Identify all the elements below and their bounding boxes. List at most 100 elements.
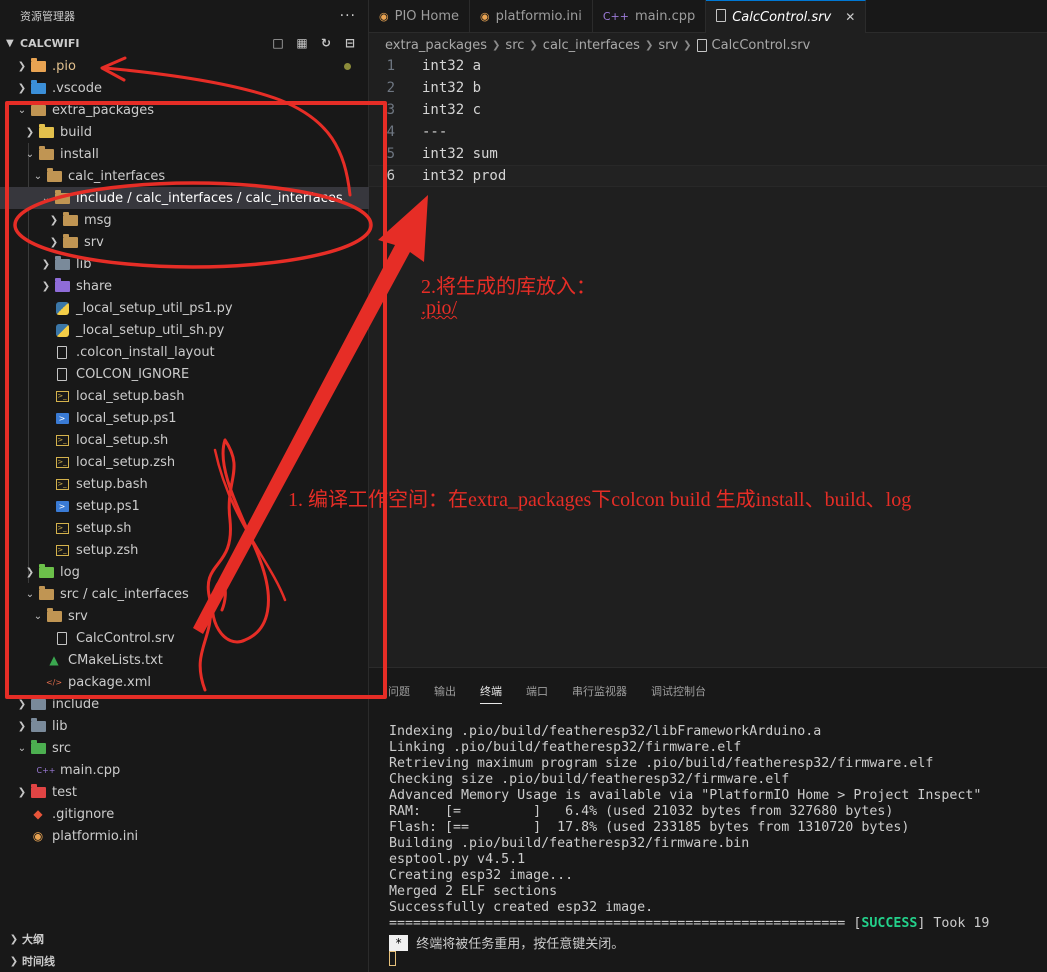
file-icon: [696, 38, 707, 52]
refresh-icon[interactable]: ↻: [318, 35, 334, 51]
tree-item[interactable]: _local_setup_util_ps1.py: [0, 297, 369, 319]
code-line[interactable]: 5 int32 sum: [369, 143, 1047, 165]
code-text[interactable]: int32 sum: [421, 146, 498, 162]
tree-item[interactable]: ❯ .pio: [0, 55, 369, 77]
tab-label: PIO Home: [394, 9, 460, 24]
tree-item[interactable]: > local_setup.ps1: [0, 407, 369, 429]
tree-item[interactable]: ❯ .vscode: [0, 77, 369, 99]
new-file-icon[interactable]: □: [270, 35, 286, 51]
tree-item[interactable]: ❯ include: [0, 693, 369, 715]
tab-output[interactable]: 输出: [434, 683, 456, 699]
tree-item[interactable]: ❯ build: [0, 121, 369, 143]
code-text[interactable]: int32 prod: [421, 168, 506, 184]
more-actions-icon[interactable]: ···: [340, 8, 356, 24]
terminal-line: Indexing .pio/build/featheresp32/libFram…: [389, 724, 822, 739]
tree-item-label: build: [60, 124, 92, 140]
folder-icon: [62, 211, 78, 227]
breadcrumb-item[interactable]: extra_packages: [385, 38, 487, 53]
code-line[interactable]: 1 int32 a: [369, 55, 1047, 77]
tab-label: main.cpp: [634, 9, 696, 24]
chevron-right-icon: ❯: [529, 39, 538, 51]
tree-item[interactable]: >_ setup.zsh: [0, 539, 369, 561]
tree-item[interactable]: >_ local_setup.sh: [0, 429, 369, 451]
tree-item-label: msg: [84, 212, 112, 228]
tree-item[interactable]: </> package.xml: [0, 671, 369, 693]
tree-item[interactable]: ❯ test: [0, 781, 369, 803]
tree-item-label: .pio: [52, 58, 76, 74]
code-text[interactable]: int32 c: [421, 102, 481, 118]
tree-item-label: platformio.ini: [52, 828, 139, 844]
tab-problems[interactable]: 问题: [388, 683, 410, 699]
tree-item[interactable]: ⌄ include / calc_interfaces / calc_interf…: [0, 187, 369, 209]
tab-terminal[interactable]: 终端: [480, 683, 502, 704]
breadcrumb-item[interactable]: CalcControl.srv: [712, 38, 811, 53]
tree-item[interactable]: ❯ srv: [0, 231, 369, 253]
code-text[interactable]: int32 b: [421, 80, 481, 96]
terminal-line: Linking .pio/build/featheresp32/firmware…: [389, 740, 742, 755]
tree-item[interactable]: ⌄ install: [0, 143, 369, 165]
timeline-section-header[interactable]: ❯ 时间线: [0, 950, 369, 972]
tree-item[interactable]: ❯ lib: [0, 253, 369, 275]
tree-item[interactable]: ❯ log: [0, 561, 369, 583]
tab-serial-monitor[interactable]: 串行监视器: [572, 683, 627, 699]
code-line[interactable]: 3 int32 c: [369, 99, 1047, 121]
breadcrumb-item[interactable]: calc_interfaces: [543, 38, 640, 53]
log-folder-icon: [38, 563, 54, 579]
tree-item-label: local_setup.bash: [76, 388, 185, 404]
tab-pio-home[interactable]: ◉ PIO Home: [369, 0, 471, 33]
tree-item[interactable]: ⌄ extra_packages: [0, 99, 369, 121]
tree-item[interactable]: COLCON_IGNORE: [0, 363, 369, 385]
tab-calccontrol-srv[interactable]: CalcControl.srv ✕: [706, 0, 867, 33]
code-text[interactable]: ---: [421, 124, 447, 140]
tree-item[interactable]: ◆ .gitignore: [0, 803, 369, 825]
result-open: [: [845, 916, 862, 931]
tab-debug-console[interactable]: 调试控制台: [651, 683, 706, 699]
success-status: SUCCESS: [861, 916, 918, 931]
file-icon: [716, 9, 727, 25]
terminal-line: Merged 2 ELF sections: [389, 884, 558, 899]
chevron-down-icon: ⌄: [17, 742, 27, 754]
line-number: 4: [386, 124, 395, 140]
breadcrumb-item[interactable]: src: [505, 38, 524, 53]
tree-item[interactable]: ▲ CMakeLists.txt: [0, 649, 369, 671]
outline-section-header[interactable]: ❯ 大纲: [0, 928, 369, 950]
tree-item[interactable]: ⌄ srv: [0, 605, 369, 627]
tree-item[interactable]: ◉ platformio.ini: [0, 825, 369, 847]
platformio-icon: ◉: [379, 10, 389, 23]
tree-item[interactable]: >_ local_setup.zsh: [0, 451, 369, 473]
code-editor[interactable]: 1 int32 a 2 int32 b 3 int32 c 4 --- 5 in…: [369, 55, 1047, 667]
code-line-current[interactable]: 6 int32 prod: [369, 165, 1047, 187]
tree-item[interactable]: .colcon_install_layout: [0, 341, 369, 363]
breadcrumb-item[interactable]: srv: [658, 38, 678, 53]
tab-platformio-ini[interactable]: ◉ platformio.ini: [470, 0, 593, 33]
collapse-all-icon[interactable]: ⊟: [342, 35, 358, 51]
tab-main-cpp[interactable]: C++ main.cpp: [593, 0, 707, 33]
tree-item[interactable]: >_ setup.sh: [0, 517, 369, 539]
terminal-line: RAM: [= ] 6.4% (used 21032 bytes from 32…: [389, 804, 894, 819]
tree-item[interactable]: ⌄ src / calc_interfaces: [0, 583, 369, 605]
chevron-right-icon: ❯: [644, 39, 654, 51]
result-rule: ========================================…: [389, 916, 846, 931]
code-text[interactable]: int32 a: [421, 58, 481, 74]
tree-item[interactable]: C++ main.cpp: [0, 759, 369, 781]
tree-item-label: local_setup.ps1: [76, 410, 177, 426]
code-line[interactable]: 4 ---: [369, 121, 1047, 143]
tab-ports[interactable]: 端口: [526, 683, 548, 699]
tree-item[interactable]: ⌄ calc_interfaces: [0, 165, 369, 187]
tree-item[interactable]: _local_setup_util_sh.py: [0, 319, 369, 341]
close-icon[interactable]: ✕: [845, 10, 855, 24]
code-line[interactable]: 2 int32 b: [369, 77, 1047, 99]
new-folder-icon[interactable]: ▦: [294, 35, 310, 51]
tree-item[interactable]: ❯ share: [0, 275, 369, 297]
tree-item[interactable]: ❯ lib: [0, 715, 369, 737]
tree-item-label: COLCON_IGNORE: [76, 366, 190, 382]
tree-item[interactable]: ⌄ src: [0, 737, 369, 759]
tree-item[interactable]: ❯ msg: [0, 209, 369, 231]
terminal-output[interactable]: Indexing .pio/build/featheresp32/libFram…: [389, 724, 989, 932]
tree-item[interactable]: CalcControl.srv: [0, 627, 369, 649]
chevron-right-icon: ❯: [25, 126, 35, 138]
tree-item-label: src / calc_interfaces: [60, 586, 189, 602]
workspace-section-header[interactable]: ▼ CALCWIFI □ ▦ ↻ ⊟: [0, 32, 368, 54]
tree-item[interactable]: >_ local_setup.bash: [0, 385, 369, 407]
workspace-name: CALCWIFI: [20, 36, 80, 50]
